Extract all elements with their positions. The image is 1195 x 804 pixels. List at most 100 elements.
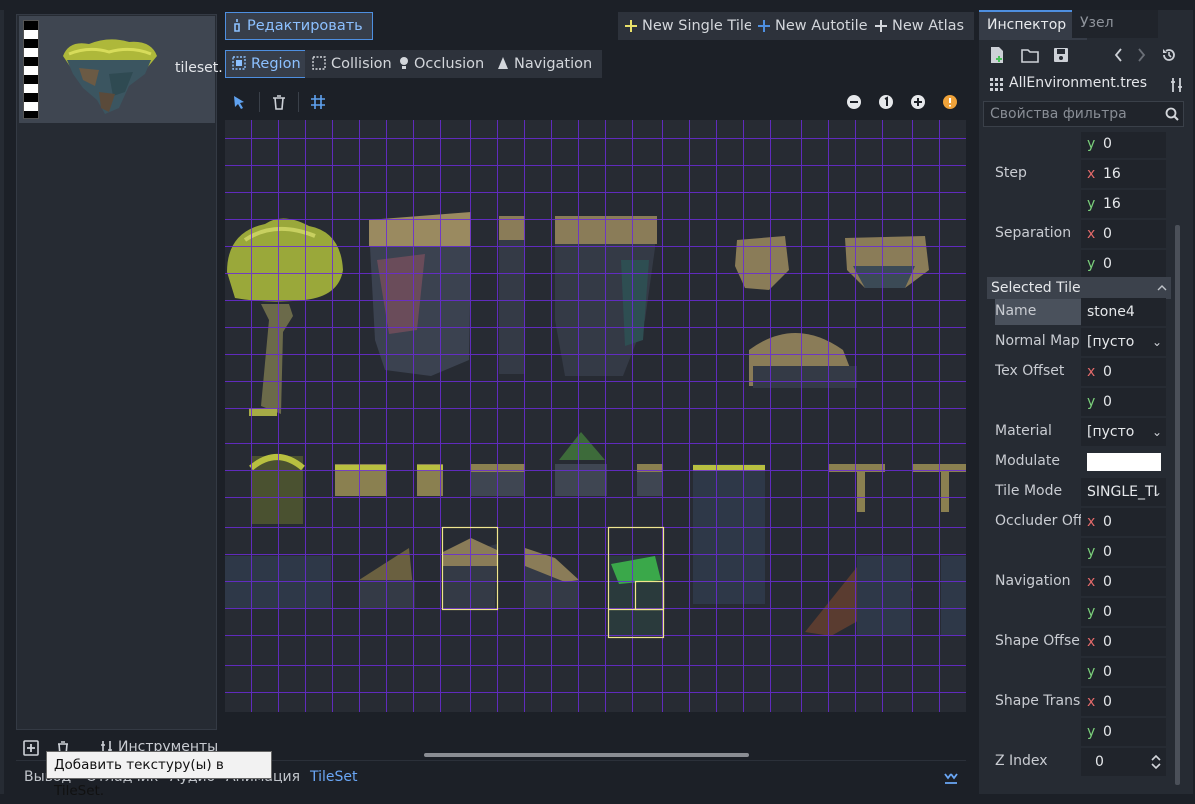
resource-row[interactable]: AllEnvironment.tres <box>983 74 1191 96</box>
expand-bottom-panel-icon[interactable] <box>943 770 959 786</box>
tex-offset-x-field[interactable]: x0 <box>1081 358 1166 386</box>
canvas-horizontal-scrollbar[interactable] <box>424 753 749 757</box>
delete-tile-icon[interactable] <box>270 93 288 111</box>
property-filter-input[interactable]: Свойства фильтра <box>983 101 1184 127</box>
shape-offset-y-field[interactable]: y0 <box>1081 658 1166 686</box>
z-index-spinbox[interactable]: 0 <box>1081 748 1166 776</box>
step-x-value: 16 <box>1103 166 1121 182</box>
mode-occlusion-label: Occlusion <box>414 56 485 72</box>
shape-transform-y-field[interactable]: y0 <box>1081 718 1166 746</box>
tileset-canvas[interactable] <box>225 120 966 712</box>
texture-list: tileset. <box>16 14 223 730</box>
mode-navigation-button[interactable]: Navigation <box>490 50 603 78</box>
axis-x-label: x <box>1087 694 1096 710</box>
separation-y-value: 0 <box>1103 256 1112 272</box>
inspector-properties: y0 Step x 16 y 16 Separation x0 y0 Selecte… <box>983 132 1171 790</box>
axis-x-label: x <box>1087 514 1096 530</box>
name-value: stone4 <box>1087 304 1135 320</box>
spin-arrows-icon[interactable] <box>1150 754 1162 770</box>
axis-x-label: x <box>1087 226 1096 242</box>
step-x-field[interactable]: x 16 <box>1081 160 1166 188</box>
zoom-reset-icon[interactable] <box>878 94 894 110</box>
zoom-out-icon[interactable] <box>846 94 862 110</box>
new-atlas-button[interactable]: New Atlas <box>868 12 975 40</box>
mode-occlusion-button[interactable]: Occlusion <box>392 50 495 78</box>
z-index-value: 0 <box>1095 754 1104 770</box>
separation-y-field[interactable]: y0 <box>1081 250 1166 278</box>
axis-y-label: y <box>1087 664 1096 680</box>
left-edge-panel <box>0 10 4 794</box>
toolbar-divider <box>298 92 299 112</box>
name-field[interactable]: stone4 <box>1081 298 1166 326</box>
chevron-down-icon: ⌄ <box>1151 335 1162 349</box>
offset-y-field[interactable]: y0 <box>1081 132 1166 158</box>
axis-y-label: y <box>1087 604 1096 620</box>
shape-offset-label: Shape Offse <box>995 633 1080 649</box>
new-resource-icon[interactable] <box>989 46 1005 64</box>
new-autotile-button[interactable]: New Autotile <box>751 12 878 40</box>
normal-map-label: Normal Map <box>995 333 1080 349</box>
mode-collision-label: Collision <box>331 56 392 72</box>
history-forward-icon[interactable] <box>1137 47 1147 63</box>
toolbar-divider <box>259 92 260 112</box>
axis-y-label: y <box>1087 394 1096 410</box>
tab-node[interactable]: Узел <box>1072 10 1158 38</box>
tab-inspector[interactable]: Инспектор <box>979 10 1087 40</box>
history-back-icon[interactable] <box>1113 47 1123 63</box>
step-y-value: 16 <box>1103 196 1121 212</box>
occluder-y-field[interactable]: y0 <box>1081 538 1166 566</box>
selected-tile-section-header[interactable]: Selected Tile <box>987 277 1171 299</box>
zoom-in-icon[interactable] <box>910 94 926 110</box>
inspector-scrollbar[interactable] <box>1175 225 1180 785</box>
tileset-texture <box>225 120 966 712</box>
object-history-icon[interactable] <box>1161 47 1177 63</box>
cave-wall-sprite <box>369 212 657 376</box>
shape-transform-x-field[interactable]: x0 <box>1081 688 1166 716</box>
navigation-x-value: 0 <box>1103 574 1112 590</box>
edit-button[interactable]: Редактировать <box>225 12 373 40</box>
inspector-tabs: Инспектор Узел <box>979 10 1193 40</box>
axis-x-label: x <box>1087 364 1096 380</box>
property-filter-placeholder: Свойства фильтра <box>990 106 1127 122</box>
material-field[interactable]: [пусто ⌄ <box>1081 418 1166 446</box>
mode-region-label: Region <box>251 56 301 72</box>
shape-transform-label: Shape Trans <box>995 693 1081 709</box>
shape-offset-x-field[interactable]: x0 <box>1081 628 1166 656</box>
section-title: Selected Tile <box>991 280 1081 296</box>
chevron-down-icon: ⌄ <box>1151 485 1162 499</box>
step-y-field[interactable]: y 16 <box>1081 190 1166 218</box>
collapse-section-icon <box>1157 285 1167 291</box>
navigation-label: Navigation <box>995 573 1071 589</box>
bottom-tab-tileset[interactable]: TileSet <box>310 769 358 785</box>
normal-map-value: [пусто <box>1087 334 1135 350</box>
modulate-color-swatch[interactable] <box>1087 453 1161 471</box>
navigation-x-field[interactable]: x0 <box>1081 568 1166 596</box>
occluder-x-field[interactable]: x0 <box>1081 508 1166 536</box>
axis-x-label: x <box>1087 634 1096 650</box>
axis-y-label: y <box>1087 544 1096 560</box>
mode-region-button[interactable]: Region <box>225 50 311 78</box>
floating-rock-sprites <box>735 236 929 388</box>
save-icon[interactable] <box>1053 47 1069 63</box>
axis-y-label: y <box>1087 256 1096 272</box>
texture-item[interactable]: tileset. <box>19 16 223 123</box>
select-tool-icon[interactable] <box>231 94 247 110</box>
tex-offset-y-field[interactable]: y0 <box>1081 388 1166 416</box>
warning-icon[interactable] <box>942 94 958 110</box>
new-autotile-label: New Autotile <box>775 18 868 34</box>
tex-offset-x-value: 0 <box>1103 364 1112 380</box>
navigation-y-field[interactable]: y0 <box>1081 598 1166 626</box>
tile-mode-select[interactable]: SINGLE_TI ⌄ <box>1081 478 1166 506</box>
shape-offset-y-value: 0 <box>1103 664 1112 680</box>
mode-collision-button[interactable]: Collision <box>305 50 402 78</box>
new-single-tile-button[interactable]: New Single Tile <box>618 12 763 40</box>
normal-map-field[interactable]: [пусто ⌄ <box>1081 328 1166 356</box>
snap-grid-icon[interactable] <box>309 93 327 111</box>
chevron-down-icon: ⌄ <box>1151 425 1162 439</box>
separation-x-field[interactable]: x0 <box>1081 220 1166 248</box>
object-properties-icon[interactable] <box>1169 77 1185 93</box>
axis-y-label: y <box>1087 136 1096 152</box>
material-label: Material <box>995 423 1052 439</box>
open-folder-icon[interactable] <box>1021 47 1039 63</box>
add-texture-icon[interactable] <box>22 739 40 757</box>
